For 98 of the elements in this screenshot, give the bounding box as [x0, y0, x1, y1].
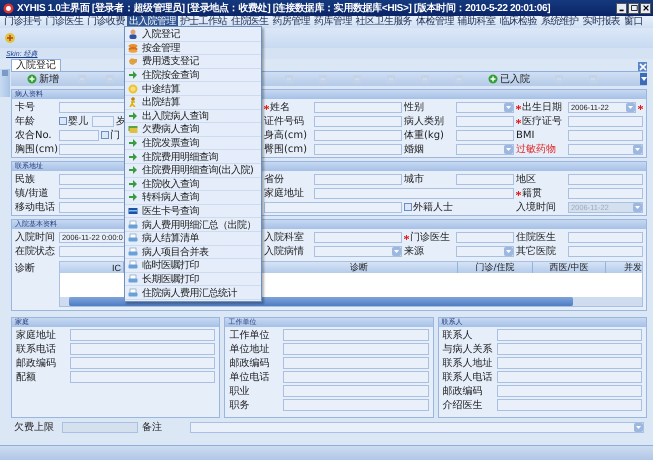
field-label: 婚姻 — [404, 143, 424, 156]
menu-item[interactable]: 转科病人查询 — [125, 191, 261, 205]
menu-item[interactable]: 药库管理 — [312, 16, 354, 28]
menu-item[interactable]: 门诊挂号 — [2, 16, 44, 28]
field-label: 移动电话 — [15, 200, 55, 214]
field-label: 农合No. — [15, 129, 52, 142]
menu-item[interactable]: 辅助科室 — [456, 16, 498, 28]
field-label: 联系人 — [442, 328, 473, 342]
field-label: 住院医生 — [516, 230, 556, 244]
menu-item[interactable]: 病人结算清单 — [125, 232, 261, 246]
field-label: 诊断 — [15, 262, 35, 275]
field-label: 单位电话 — [229, 370, 270, 384]
field-label: 身高(cm) — [264, 128, 308, 142]
field-label: 来源 — [404, 244, 424, 258]
field-label: 家庭地址 — [264, 186, 304, 200]
menu-item[interactable]: 出院结算 — [125, 96, 261, 110]
field-label: 入院时间 — [15, 230, 55, 244]
menu-item[interactable]: 住院收入查询 — [125, 178, 261, 192]
field-label: 体重(kg) — [404, 128, 444, 142]
field-label: 省份 — [264, 172, 284, 186]
menu-item[interactable]: 住院病人费用汇总统计 — [125, 286, 261, 300]
toolbar-button[interactable]: 新增 — [25, 72, 61, 86]
field-label: 联系人电话 — [442, 370, 493, 384]
checkbox-label[interactable]: 门 — [110, 128, 120, 142]
toolbar-button[interactable]: 已入院 — [486, 72, 532, 86]
menu-item[interactable]: 临床检验 — [497, 16, 539, 28]
field-label: 城市 — [404, 172, 424, 186]
field-label: 入院病情 — [264, 244, 304, 258]
column-header: 西医/中医 — [549, 262, 589, 274]
column-header: 诊断 — [350, 262, 368, 274]
field-label: 地区 — [516, 172, 536, 186]
menu-item[interactable]: 病人费用明细汇总（出院） — [125, 218, 261, 232]
field-label: 家庭地址 — [16, 328, 56, 342]
menu-item[interactable]: 体检管理 — [414, 16, 456, 28]
field-label: 邮政编码 — [16, 356, 56, 370]
menu-item[interactable]: 长期医嘱打印 — [125, 272, 261, 286]
field-label: 镇/街道 — [15, 186, 48, 200]
menu-item[interactable]: 药房管理 — [270, 16, 312, 28]
field-label: 邮政编码 — [229, 356, 270, 370]
field-label: 职业 — [229, 384, 250, 398]
menu-item[interactable]: 临时医嘱打印 — [125, 259, 261, 273]
menu-item[interactable]: 门诊医生 — [44, 16, 86, 28]
field-label: 配额 — [16, 370, 36, 384]
menu-item[interactable]: 住院发票查询 — [125, 136, 261, 150]
field-label: 其它医院 — [516, 244, 556, 258]
field-label: 门诊医生 — [410, 230, 450, 244]
menu-item[interactable]: 医生卡号查询 — [125, 204, 261, 218]
field-label: 病人类别 — [404, 114, 444, 128]
checkbox-label[interactable]: 婴儿 — [68, 114, 88, 128]
column-header: 门诊/住院 — [475, 262, 515, 274]
menu-item[interactable]: 欠费病人查询 — [125, 123, 261, 137]
menu-item[interactable]: 入院登记 — [125, 28, 261, 42]
field-label: 联系电话 — [16, 342, 56, 356]
menu-item[interactable]: 住院按金查询 — [125, 68, 261, 82]
field-label: 胸围(cm) — [15, 143, 58, 156]
field-label: 邮政编码 — [442, 384, 483, 398]
column-header: IC — [112, 262, 121, 272]
field-label: 与病人关系 — [442, 342, 493, 356]
menu-item[interactable]: 按金管理 — [125, 42, 261, 56]
field-label: 年龄 — [15, 114, 35, 128]
menu-item[interactable]: 门诊收费 — [85, 16, 127, 28]
window-title: XYHIS 1.0主界面 [登录者：超级管理员] [登录地点：收费处] [连接数据库：实用数据库<HIS>] [版本时间：2010-5-22 20:01:06] — [17, 1, 550, 15]
menu-item[interactable]: 中途结算 — [125, 82, 261, 96]
field-label: 姓名 — [270, 101, 290, 114]
field-label: 性别 — [404, 100, 424, 114]
tab[interactable]: 入院登记 — [11, 59, 61, 71]
field-label: 出生日期 — [522, 100, 562, 114]
menu-item[interactable]: 系统维护 — [538, 16, 581, 28]
column-header: 并发 — [624, 262, 642, 273]
field-label: 在院状态 — [15, 244, 55, 258]
field-label: 单位地址 — [229, 342, 270, 356]
field-label: 备注 — [142, 420, 162, 434]
menu-item[interactable]: 住院医生 — [228, 16, 270, 28]
menu-item[interactable]: 住院费用明细查询 — [125, 150, 261, 164]
field-label: 欠费上限 — [14, 420, 54, 434]
field-label: 入院科室 — [264, 230, 304, 244]
field-label: 医疗证号 — [522, 114, 562, 128]
menu-item[interactable]: 费用透支登记 — [125, 55, 261, 69]
field-label: BMI — [516, 130, 534, 140]
field-label: 籍贯 — [522, 187, 542, 200]
menu-item[interactable]: 出入院病人查询 — [125, 110, 261, 124]
menu-item[interactable]: 社区卫生服务 — [354, 16, 414, 28]
checkbox-label[interactable]: 外籍人士 — [413, 200, 453, 214]
field-label: 介绍医生 — [442, 398, 483, 412]
field-label: 职务 — [229, 399, 250, 412]
menu-item[interactable]: 窗口 — [622, 16, 645, 28]
field-label: 臀围(cm) — [264, 142, 308, 156]
field-label: 联系人地址 — [442, 356, 493, 370]
menu-item[interactable]: 实时报表 — [580, 16, 622, 28]
menu-item[interactable]: 住院费用明细查询(出入院) — [125, 164, 261, 178]
field-label: 证件号码 — [264, 115, 304, 128]
field-label: 入境时间 — [516, 200, 556, 214]
field-label: 民族 — [15, 172, 35, 186]
field-label: 卡号 — [15, 100, 35, 114]
menu-item[interactable]: 护士工作站 — [178, 16, 229, 28]
field-label: 工作单位 — [229, 328, 270, 342]
menu-item[interactable]: 病人项目合并表 — [125, 246, 261, 260]
field-label: 过敏药物 — [516, 142, 556, 156]
